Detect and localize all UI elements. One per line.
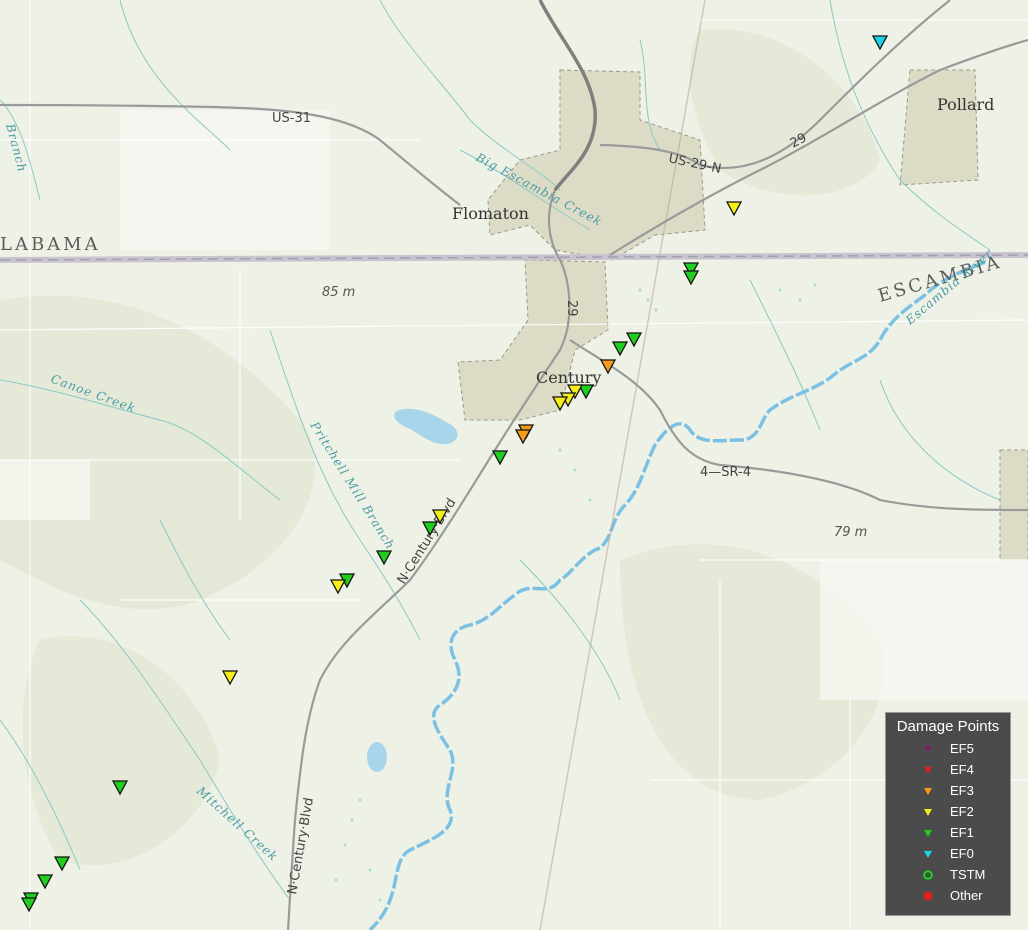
legend-symbol-ef5: [924, 746, 932, 753]
legend-item-ef1: EF1: [886, 823, 1010, 844]
pond: [367, 742, 387, 772]
legend-symbol-ef2: [924, 809, 932, 816]
legend-label: EF2: [950, 804, 974, 819]
legend-label: EF0: [950, 846, 974, 861]
map-canvas[interactable]: Pollard Flomaton Century LABAMA ESCAMBIA…: [0, 0, 1028, 930]
legend-symbol-ef3: [924, 788, 932, 795]
legend-item-ef0: EF0: [886, 844, 1010, 865]
damage-legend: Damage Points EF5 EF4 EF3 EF2 EF1 EF0 TSTM Othe…: [885, 712, 1011, 916]
place-flomaton: Flomaton: [452, 204, 529, 223]
legend-item-other: Other: [886, 886, 1010, 907]
legend-symbol-ef1: [924, 830, 932, 837]
legend-rows: EF5 EF4 EF3 EF2 EF1 EF0 TSTM Other: [886, 739, 1010, 907]
legend-title: Damage Points: [896, 718, 1000, 735]
legend-item-ef5: EF5: [886, 739, 1010, 760]
place-pollard: Pollard: [937, 95, 994, 114]
legend-item-ef3: EF3: [886, 781, 1010, 802]
legend-symbol-tstm: [923, 870, 933, 880]
legend-symbol-other: [923, 891, 933, 901]
elevation-85: 85 m: [322, 285, 355, 300]
legend-item-ef2: EF2: [886, 802, 1010, 823]
legend-item-ef4: EF4: [886, 760, 1010, 781]
legend-label: EF5: [950, 741, 974, 756]
legend-label: EF3: [950, 783, 974, 798]
legend-label: EF1: [950, 825, 974, 840]
legend-symbol-ef0: [924, 851, 932, 858]
place-century: Century: [536, 368, 601, 387]
legend-symbol-ef4: [924, 767, 932, 774]
road-us31: US-31: [272, 111, 311, 126]
state-label: LABAMA: [0, 234, 101, 255]
road-sr4: 4—SR-4: [700, 465, 751, 480]
elevation-79: 79 m: [834, 525, 867, 540]
legend-label: EF4: [950, 762, 974, 777]
legend-item-tstm: TSTM: [886, 865, 1010, 886]
legend-label: Other: [950, 888, 983, 903]
legend-label: TSTM: [950, 867, 986, 882]
road-29-s: 29: [564, 300, 579, 317]
